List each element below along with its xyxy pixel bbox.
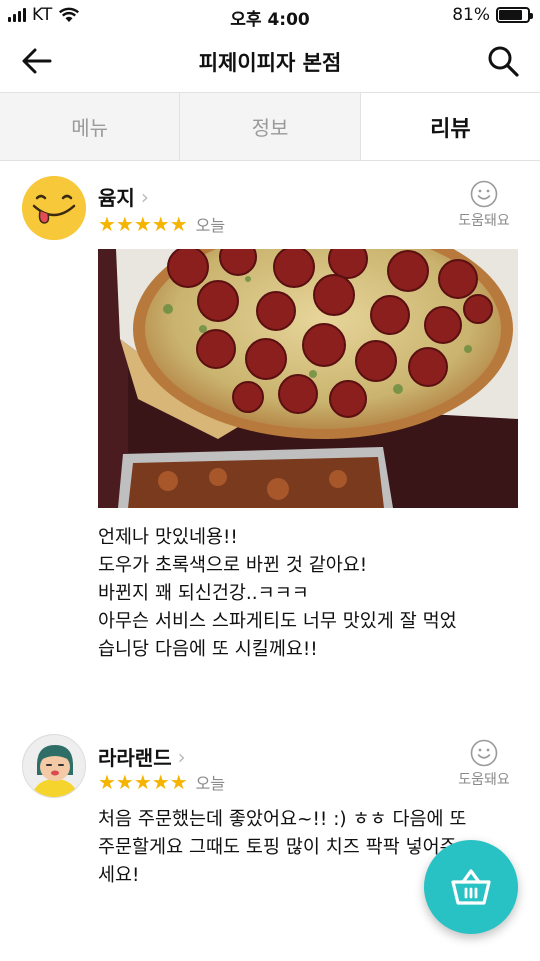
top-app-bar: 피제이피자 본점 [0, 32, 540, 92]
review-date: 오늘 [195, 216, 226, 235]
battery-percent: 81% [452, 5, 490, 25]
author-name: 윰지 [98, 186, 135, 210]
review-item: 윰지 › ★★★★★ 오늘 도움돼요 언제나 맛있네용!! 도우가 초록색으로 … [0, 174, 540, 694]
avatar[interactable] [22, 734, 86, 798]
page-title: 피제이피자 본점 [198, 51, 342, 75]
author-name: 라라랜드 [98, 746, 172, 770]
smile-icon [470, 739, 498, 767]
basket-icon [451, 869, 491, 905]
tab-info[interactable]: 정보 [180, 93, 361, 160]
battery-icon [496, 7, 533, 23]
tab-reviews[interactable]: 리뷰 [360, 93, 540, 160]
helpful-label: 도움돼요 [458, 772, 510, 788]
tab-bar: 메뉴 정보 리뷰 [0, 92, 540, 161]
helpful-button[interactable]: 도움돼요 [454, 739, 514, 789]
chevron-right-icon: › [140, 184, 149, 209]
review-text: 언제나 맛있네용!! 도우가 초록색으로 바뀐 것 같아요! 바뀐지 꽤 되신건… [98, 527, 457, 660]
review-photo[interactable] [98, 249, 518, 508]
girl-avatar-icon [23, 735, 85, 797]
chevron-right-icon: › [177, 744, 186, 769]
tab-menu[interactable]: 메뉴 [0, 93, 181, 160]
search-icon[interactable] [486, 44, 520, 78]
smile-icon [470, 180, 498, 208]
review-rating: ★★★★★ 오늘 [98, 770, 225, 794]
avatar[interactable] [22, 176, 86, 240]
helpful-label: 도움돼요 [458, 213, 510, 229]
pizza-photo [98, 249, 518, 508]
helpful-button[interactable]: 도움돼요 [454, 180, 514, 230]
review-rating: ★★★★★ 오늘 [98, 212, 225, 236]
review-author[interactable]: 라라랜드 › [98, 742, 186, 771]
review-date: 오늘 [195, 774, 226, 793]
status-bar: KT 오후 4:00 81% [0, 0, 540, 32]
star-rating: ★★★★★ [98, 770, 188, 794]
star-rating: ★★★★★ [98, 212, 188, 236]
cart-button[interactable] [424, 840, 518, 934]
tongue-face-icon [22, 176, 86, 240]
review-author[interactable]: 윰지 › [98, 182, 149, 211]
